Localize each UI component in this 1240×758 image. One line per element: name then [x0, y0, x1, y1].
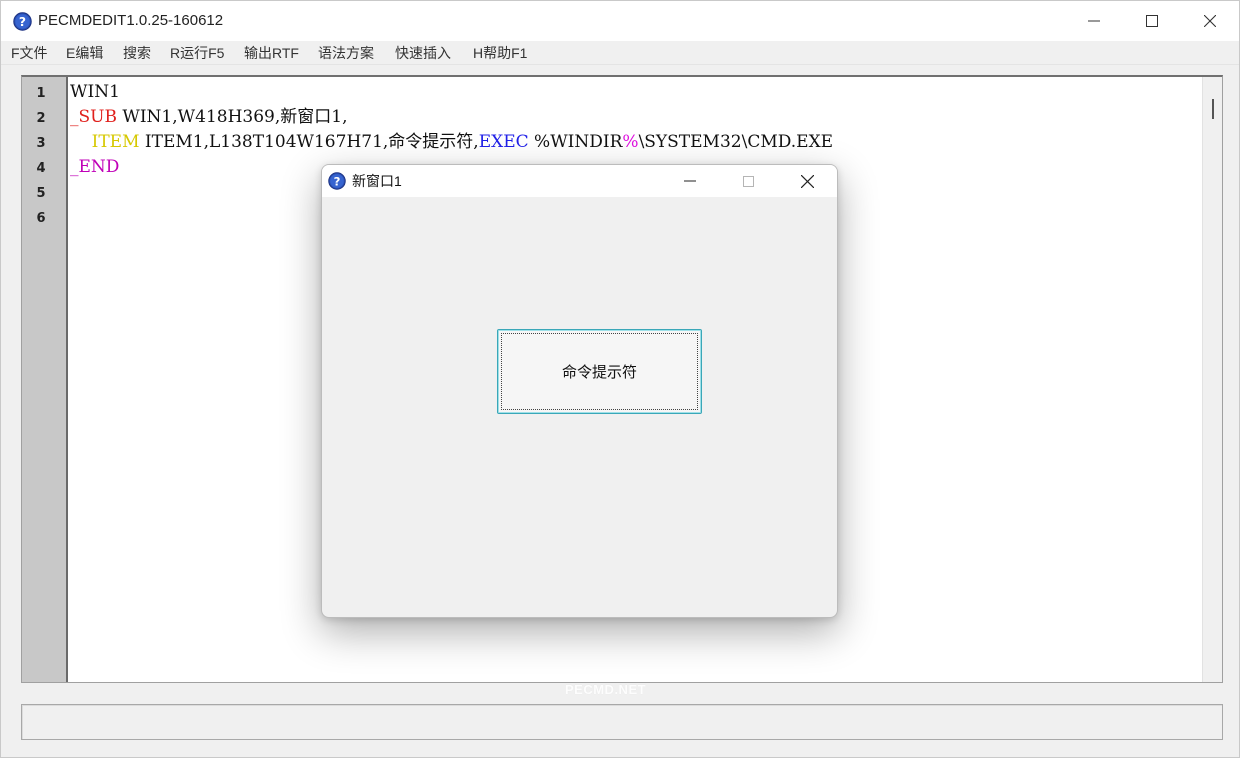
popup-maximize-button	[719, 165, 777, 197]
keyword-item: ITEM	[70, 132, 140, 152]
svg-text:?: ?	[334, 174, 341, 188]
vertical-scrollbar[interactable]	[1202, 77, 1222, 682]
close-icon	[800, 174, 814, 188]
scrollbar-thumb[interactable]	[1212, 99, 1214, 119]
popup-title: 新窗口1	[352, 173, 402, 189]
maximize-icon	[1146, 15, 1158, 27]
menu-file[interactable]: F文件	[11, 44, 48, 62]
watermark-text: PECMD.NET	[565, 682, 647, 697]
line-number: 4	[36, 161, 46, 176]
variable-delimiter: %	[622, 132, 639, 152]
close-button[interactable]	[1181, 1, 1239, 41]
popup-close-button[interactable]	[778, 165, 836, 197]
line-number: 1	[36, 86, 46, 101]
close-icon	[1204, 15, 1216, 27]
menu-search[interactable]: 搜索	[123, 44, 151, 62]
line-number: 5	[36, 186, 46, 201]
code-token: WIN1	[70, 82, 120, 102]
code-token: %WINDIR	[528, 132, 623, 152]
help-question-icon: ?	[328, 172, 346, 190]
help-question-icon: ?	[13, 12, 32, 31]
keyword-exec: EXEC	[478, 132, 529, 152]
code-line: _END	[70, 156, 119, 178]
line-number-gutter: 1 2 3 4 5 6	[22, 77, 68, 682]
maximize-icon	[742, 175, 754, 187]
keyword-end: _END	[70, 157, 120, 177]
menu-help[interactable]: H帮助F1	[473, 44, 527, 62]
code-line: ITEM ITEM1,L138T104W167H71,命令提示符,EXEC %W…	[70, 131, 833, 153]
line-number: 6	[36, 211, 46, 226]
menu-export-rtf[interactable]: 输出RTF	[244, 44, 299, 62]
code-token: ITEM1,L138T104W167H71,命令提示符,	[139, 132, 479, 152]
menu-bar: F文件 E编辑 搜索 R运行F5 输出RTF 语法方案 快速插入 H帮助F1	[1, 41, 1239, 65]
minimize-icon	[684, 180, 696, 182]
popup-minimize-button[interactable]	[661, 165, 719, 197]
code-line: _SUB WIN1,W418H369,新窗口1,	[70, 106, 347, 128]
title-bar[interactable]: ? PECMDEDIT1.0.25-160612	[1, 1, 1239, 41]
popup-title-bar[interactable]: ? 新窗口1	[322, 165, 837, 197]
code-token: WIN1,W418H369,新窗口1,	[116, 107, 348, 127]
maximize-button[interactable]	[1123, 1, 1181, 41]
minimize-icon	[1088, 20, 1100, 22]
window-title: PECMDEDIT1.0.25-160612	[38, 12, 224, 29]
menu-run[interactable]: R运行F5	[170, 44, 224, 62]
svg-text:?: ?	[19, 15, 26, 29]
keyword-sub: _SUB	[70, 107, 117, 127]
menu-syntax-scheme[interactable]: 语法方案	[318, 44, 374, 62]
code-line: WIN1	[70, 81, 120, 103]
line-number: 3	[36, 136, 46, 151]
command-prompt-button[interactable]: 命令提示符	[497, 329, 702, 414]
menu-quick-insert[interactable]: 快速插入	[395, 44, 451, 62]
code-token: \SYSTEM32\CMD.EXE	[638, 132, 834, 152]
popup-window: ? 新窗口1 命令提示符	[321, 164, 838, 618]
minimize-button[interactable]	[1065, 1, 1123, 41]
line-number: 2	[36, 111, 46, 126]
status-bar	[21, 704, 1223, 740]
menu-edit[interactable]: E编辑	[66, 44, 103, 62]
focus-rectangle	[501, 333, 698, 410]
